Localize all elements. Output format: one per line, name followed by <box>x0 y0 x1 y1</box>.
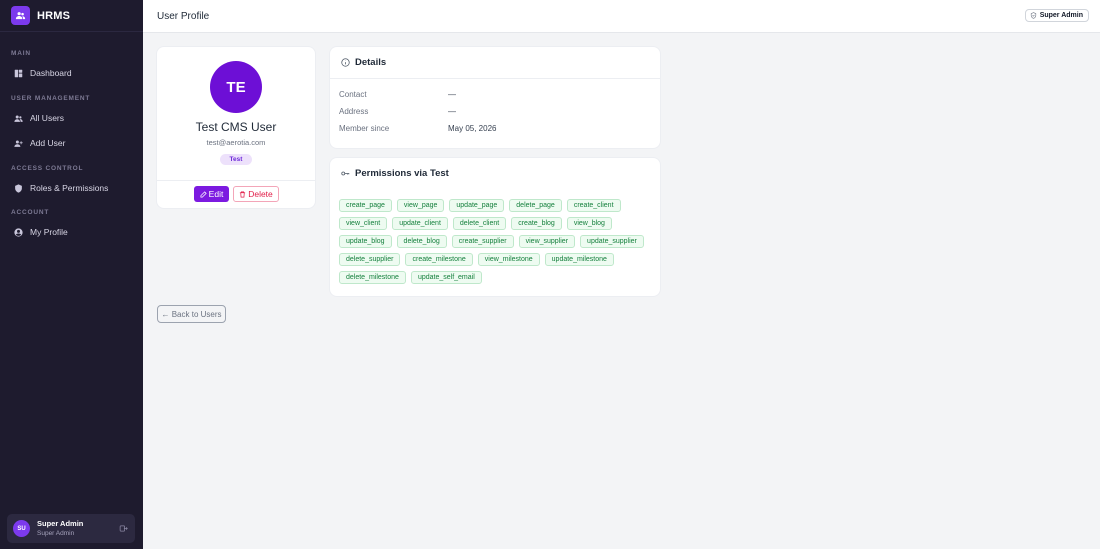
detail-row-address: Address — <box>339 107 456 116</box>
permissions-card: Permissions via Test create_page view_pag… <box>330 158 660 296</box>
permission-tag: view_milestone <box>477 253 540 266</box>
permission-tag: delete_blog <box>396 235 447 248</box>
sidebar-item-add-user[interactable]: Add User <box>6 132 137 154</box>
profile-avatar: TE <box>210 61 262 113</box>
shield-icon <box>15 183 22 193</box>
permission-tag: update_self_email <box>410 271 482 284</box>
profile-card: TE Test CMS User test@aerotia.com Test E… <box>157 47 315 208</box>
sidebar-item-my-profile[interactable]: My Profile <box>6 221 137 243</box>
role-badge-label: Super Admin <box>1039 12 1083 19</box>
user-circle-icon <box>14 227 23 237</box>
sidebar-item-label: Dashboard <box>30 68 72 78</box>
detail-row-member-since: Member since May 05, 2026 <box>339 124 496 133</box>
pencil-icon <box>200 190 207 197</box>
detail-label: Member since <box>339 124 390 133</box>
sidebar: HRMS MAIN Dashboard USER MANAGEMENT All … <box>0 0 143 549</box>
permission-tag: update_client <box>392 217 448 230</box>
avatar: SU <box>13 520 30 537</box>
permission-tag: create_page <box>339 199 392 212</box>
permission-tag: create_milestone <box>405 253 473 266</box>
delete-button[interactable]: Delete <box>233 186 279 202</box>
app-name: HRMS <box>37 9 71 22</box>
permission-tag: delete_supplier <box>339 253 401 266</box>
divider <box>157 180 315 181</box>
profile-email: test@aerotia.com <box>206 138 266 147</box>
permission-tag: delete_page <box>509 199 562 212</box>
users-icon <box>14 115 23 122</box>
detail-value: — <box>448 90 456 99</box>
permission-tag: delete_client <box>452 217 507 230</box>
sidebar-item-all-users[interactable]: All Users <box>6 107 137 129</box>
role-badge: Super Admin <box>1024 9 1089 22</box>
section-label-main: MAIN <box>11 50 31 57</box>
role-pill: Test <box>220 154 252 165</box>
top-header: User Profile Super Admin <box>143 0 1100 33</box>
permission-tag: view_client <box>339 217 388 230</box>
details-title: Details <box>355 57 387 68</box>
back-to-users-button[interactable]: ← Back to Users <box>157 305 226 323</box>
permission-tag: update_blog <box>339 235 392 248</box>
section-label-access-control: ACCESS CONTROL <box>11 165 84 172</box>
detail-label: Address <box>339 107 369 116</box>
app-logo-icon <box>11 6 30 25</box>
edit-button-label: Edit <box>208 189 224 199</box>
permissions-header: Permissions via Test <box>330 158 660 188</box>
current-user-name: Super Admin <box>37 519 84 528</box>
details-card: Details Contact — Address — Member since… <box>330 47 660 148</box>
permission-tag: delete_milestone <box>339 271 406 284</box>
permission-tag: create_supplier <box>451 235 514 248</box>
sidebar-item-roles-permissions[interactable]: Roles & Permissions <box>6 177 137 199</box>
detail-label: Contact <box>339 90 367 99</box>
edit-button[interactable]: Edit <box>194 186 229 202</box>
user-plus-icon <box>14 140 23 147</box>
trash-icon <box>240 191 246 197</box>
sidebar-item-label: Add User <box>30 138 66 148</box>
page-title: User Profile <box>157 10 210 22</box>
details-header: Details <box>330 47 660 79</box>
section-label-user-management: USER MANAGEMENT <box>11 95 91 102</box>
logout-icon[interactable] <box>119 524 128 533</box>
shield-check-icon <box>1030 12 1036 19</box>
permission-tag-list: create_page view_page update_page delete_pa… <box>339 199 654 284</box>
permission-tag: view_page <box>396 199 445 212</box>
sidebar-item-label: My Profile <box>30 227 68 237</box>
permission-tag: view_supplier <box>518 235 576 248</box>
sidebar-item-dashboard[interactable]: Dashboard <box>6 62 137 84</box>
brand[interactable]: HRMS <box>0 0 143 32</box>
detail-value: — <box>448 107 456 116</box>
info-icon <box>341 58 350 67</box>
permission-tag: update_supplier <box>580 235 644 248</box>
permission-tag: update_milestone <box>544 253 614 266</box>
key-icon <box>341 171 350 175</box>
delete-button-label: Delete <box>248 189 273 199</box>
section-label-account: ACCOUNT <box>11 209 50 216</box>
permission-tag: view_blog <box>566 217 612 230</box>
permission-tag: create_client <box>566 199 621 212</box>
detail-row-contact: Contact — <box>339 90 456 99</box>
sidebar-item-label: Roles & Permissions <box>30 183 109 193</box>
dashboard-icon <box>14 69 23 77</box>
permission-tag: update_page <box>449 199 505 212</box>
current-user-role: Super Admin <box>37 530 75 537</box>
sidebar-item-label: All Users <box>30 113 65 123</box>
permission-tag: create_blog <box>511 217 562 230</box>
permissions-title: Permissions via Test <box>355 167 449 179</box>
detail-value: May 05, 2026 <box>448 124 497 133</box>
current-user-card: SU Super Admin Super Admin <box>7 514 135 543</box>
profile-name: Test CMS User <box>195 120 277 134</box>
